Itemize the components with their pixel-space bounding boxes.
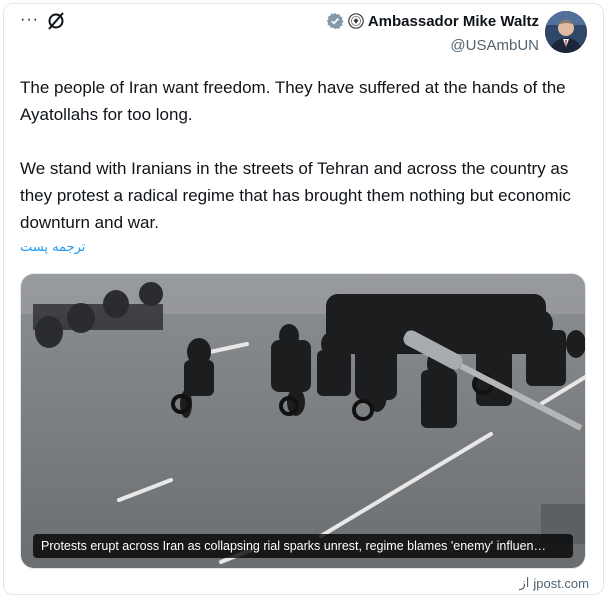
- link-card-caption: Protests erupt across Iran as collapsing…: [33, 534, 573, 558]
- verified-badge-icon: [326, 12, 344, 30]
- government-seal-icon: [348, 13, 364, 29]
- author-display-name: Ambassador Mike Waltz: [367, 12, 539, 30]
- author-handle[interactable]: @USAmbUN: [450, 37, 539, 54]
- avatar[interactable]: [545, 11, 587, 53]
- link-source[interactable]: از jpost.com: [519, 575, 589, 591]
- protest-photo: [21, 274, 585, 568]
- post-body: The people of Iran want freedom. They ha…: [20, 74, 588, 236]
- author-name-row[interactable]: Ambassador Mike Waltz: [326, 12, 539, 30]
- translate-post-link[interactable]: ترجمه پست: [20, 240, 85, 255]
- post-paragraph: We stand with Iranians in the streets of…: [20, 159, 571, 232]
- link-card-image[interactable]: Protests erupt across Iran as collapsing…: [20, 273, 586, 569]
- post-paragraph: The people of Iran want freedom. They ha…: [20, 78, 566, 124]
- more-icon[interactable]: ···: [20, 12, 39, 28]
- source-domain: jpost.com: [533, 575, 589, 591]
- source-prefix: از: [519, 575, 530, 590]
- post-header: ··· Ambassador Mike Waltz @USAmbUN: [0, 0, 609, 64]
- grok-icon[interactable]: [46, 11, 66, 31]
